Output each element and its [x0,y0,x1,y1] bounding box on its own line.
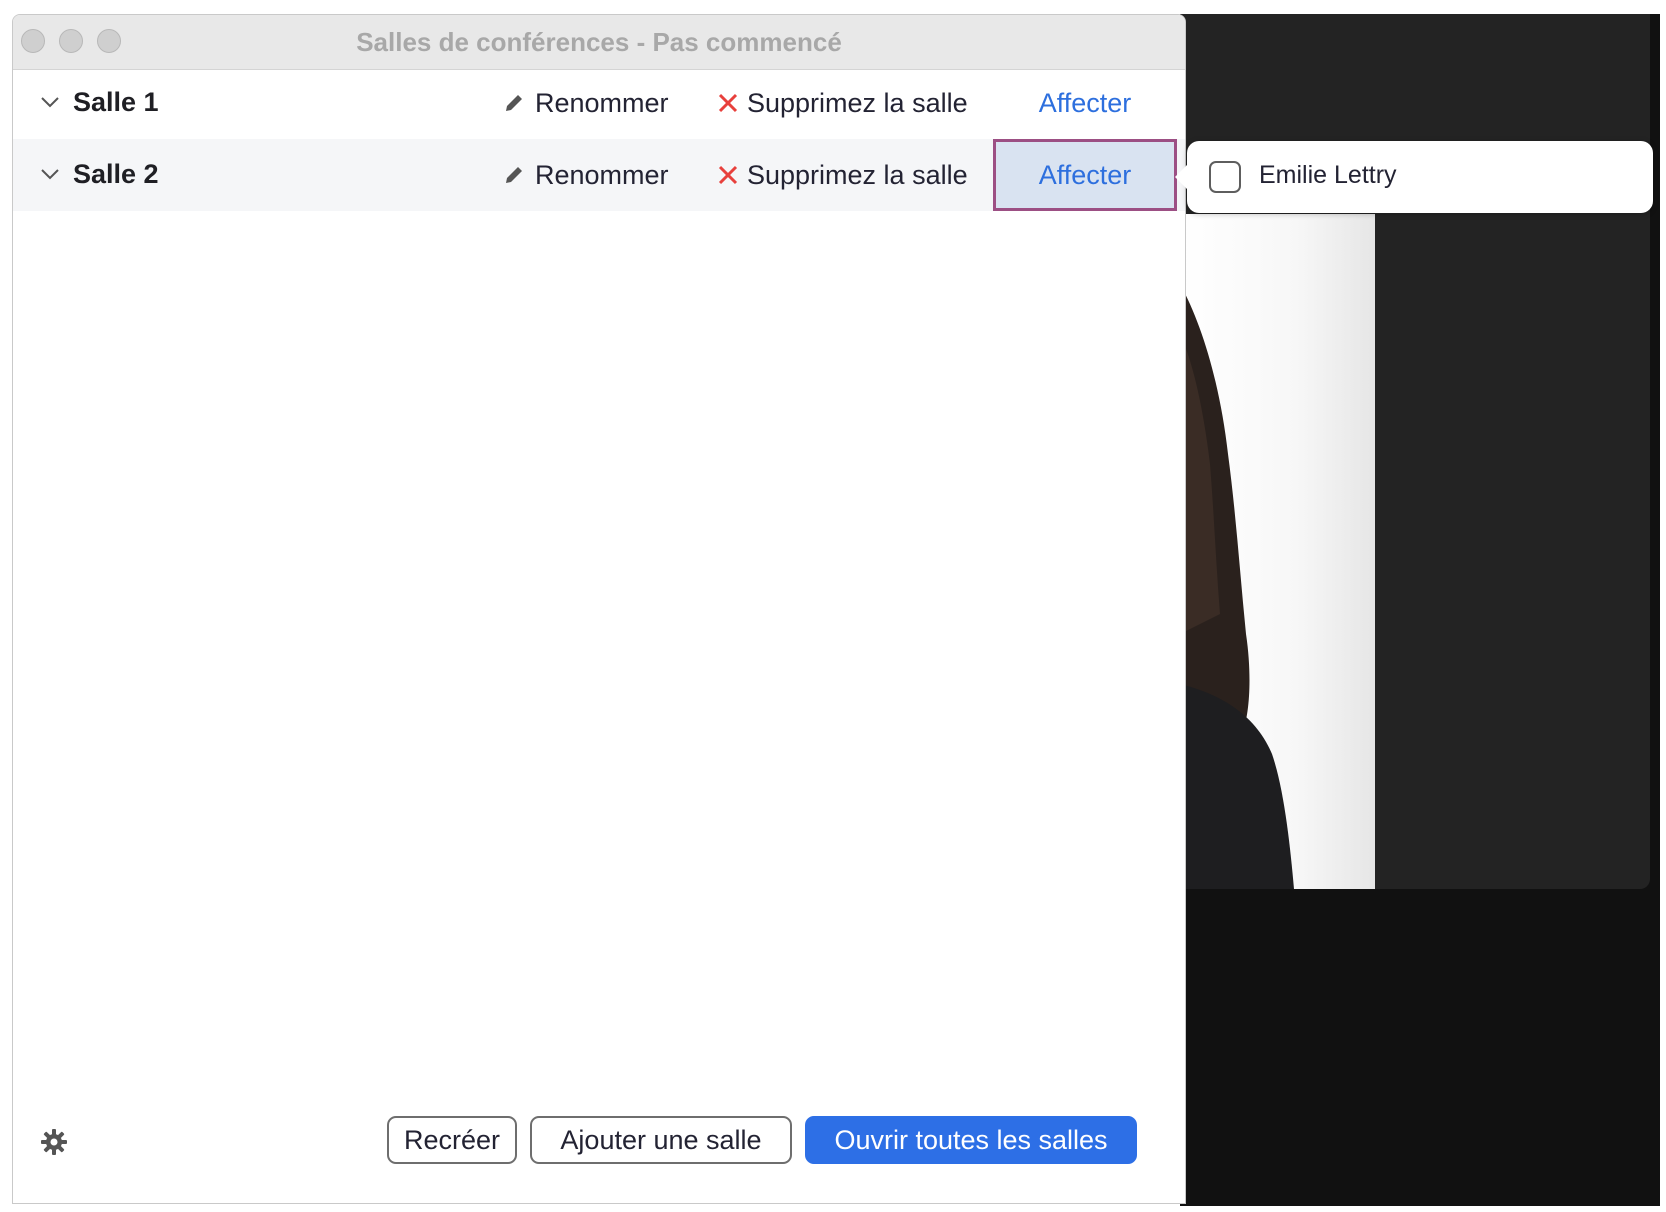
delete-room-label: Supprimez la salle [747,159,968,190]
rename-label: Renommer [535,87,669,118]
open-all-rooms-button[interactable]: Ouvrir toutes les salles [805,1116,1137,1164]
room-row-salle-2: Salle 2 Renommer Supprimez la salle Affe… [13,139,1185,211]
participant-video-image [1180,214,1375,889]
pencil-icon [506,95,522,111]
close-x-icon [718,165,738,185]
pencil-icon [506,167,522,183]
rename-button[interactable]: Renommer [503,87,669,119]
screen: Salles de conférences - Pas commencé Sal… [0,0,1666,1212]
add-room-button[interactable]: Ajouter une salle [530,1116,792,1164]
delete-room-button[interactable]: Supprimez la salle [716,87,968,119]
chevron-down-icon[interactable] [39,91,61,113]
rename-label: Renommer [535,159,669,190]
gear-icon[interactable] [39,1127,69,1157]
delete-room-label: Supprimez la salle [747,87,968,118]
participant-silhouette [1180,214,1375,889]
assign-button-active[interactable]: Affecter [993,139,1177,211]
chevron-down-icon[interactable] [39,163,61,185]
window-title: Salles de conférences - Pas commencé [356,27,842,57]
popover-arrow [1175,165,1187,189]
recreate-button[interactable]: Recréer [387,1116,517,1164]
breakout-rooms-window: Salles de conférences - Pas commencé Sal… [12,14,1186,1204]
close-x-icon [718,93,738,113]
room-name: Salle 2 [73,159,159,189]
assign-participants-popover: Emilie Lettry [1175,141,1653,213]
room-row-salle-1: Salle 1 Renommer Supprimez la salle Affe… [13,67,1185,139]
assign-button[interactable]: Affecter [993,67,1177,139]
participant-name: Emilie Lettry [1259,161,1397,189]
title-bar: Salles de conférences - Pas commencé [13,15,1185,70]
rename-button[interactable]: Renommer [503,159,669,191]
room-name: Salle 1 [73,87,159,117]
delete-room-button[interactable]: Supprimez la salle [716,159,968,191]
participant-checkbox[interactable] [1209,161,1241,193]
